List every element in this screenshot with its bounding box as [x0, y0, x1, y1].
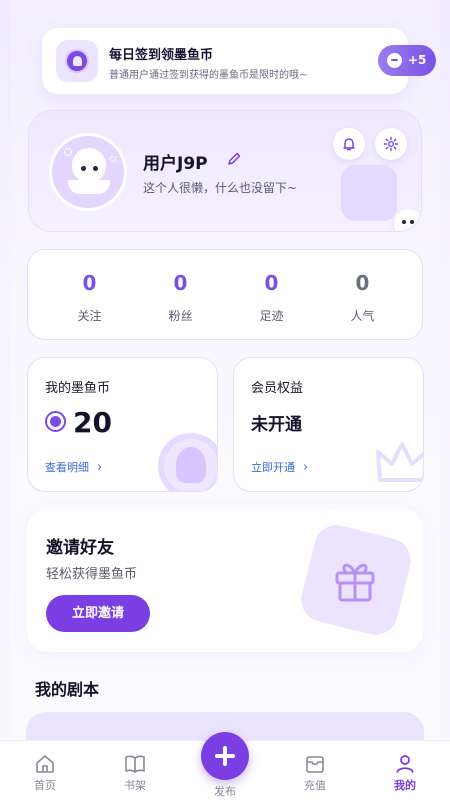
username: 用户J9P	[143, 154, 208, 174]
coins-title: 我的墨鱼币	[45, 381, 111, 396]
vip-title: 会员权益	[251, 381, 304, 396]
stat-label: 足迹	[259, 309, 284, 323]
tab-label: 我的	[394, 779, 416, 792]
coins-detail-link[interactable]: 查看明细	[45, 459, 102, 475]
gift-icon	[335, 563, 375, 602]
gear-icon	[383, 136, 399, 152]
stat-value: 0	[264, 271, 279, 295]
tab-bookshelf[interactable]: 书架	[105, 741, 165, 800]
ink-coin-icon	[45, 411, 66, 432]
tab-home[interactable]: 首页	[15, 741, 75, 800]
tab-label: 书架	[124, 779, 146, 792]
crown-icon	[376, 442, 423, 482]
stat-value: 0	[355, 271, 370, 295]
profile-bio: 这个人很懒，什么也没留下~	[143, 181, 298, 195]
stat-value: 0	[82, 271, 97, 295]
stat-label: 粉丝	[168, 309, 193, 323]
wallet-icon	[306, 756, 324, 773]
vip-activate-link[interactable]: 立即开通	[251, 459, 308, 475]
invite-subtitle: 轻松获得墨鱼币	[46, 567, 138, 582]
tab-label: 首页	[34, 779, 56, 792]
bell-icon	[343, 138, 355, 151]
checkin-subtitle: 普通用户通过签到获得的墨鱼币是限时的哦~	[109, 70, 308, 81]
checkin-reward-button[interactable]: +5	[378, 45, 436, 76]
user-icon	[396, 755, 414, 773]
decoration-mascot-icon	[394, 209, 421, 231]
section-title-scripts: 我的剧本	[35, 680, 100, 699]
invite-title: 邀请好友	[46, 538, 114, 558]
stat-popularity[interactable]: 0 人气	[313, 250, 412, 341]
decoration-box	[341, 165, 397, 221]
coins-card[interactable]: 我的墨鱼币 20 查看明细	[27, 357, 218, 492]
checkin-title: 每日签到领墨鱼币	[109, 48, 214, 63]
edit-pencil-icon[interactable]	[226, 151, 242, 167]
stat-label: 关注	[77, 309, 102, 323]
publish-button[interactable]	[201, 732, 249, 780]
stats-panel: 0 关注 0 粉丝 0 足迹 0 人气	[27, 249, 423, 340]
checkin-banner[interactable]: 每日签到领墨鱼币 普通用户通过签到获得的墨鱼币是限时的哦~ +5	[42, 28, 436, 94]
tab-label: 充值	[304, 779, 326, 792]
profile-card: 用户J9P 这个人很懒，什么也没留下~	[28, 110, 422, 232]
invite-card: 邀请好友 轻松获得墨鱼币 立即邀请	[27, 509, 423, 652]
avatar[interactable]	[49, 133, 127, 211]
notification-button[interactable]	[333, 128, 365, 160]
home-icon	[36, 755, 54, 773]
coins-balance: 20	[73, 406, 112, 439]
stat-value: 0	[173, 271, 188, 295]
tab-mine[interactable]: 我的	[375, 741, 435, 800]
settings-button[interactable]	[375, 128, 407, 160]
publish-label: 发布	[214, 785, 236, 798]
invite-button[interactable]: 立即邀请	[46, 595, 150, 632]
tab-recharge[interactable]: 充值	[285, 741, 345, 800]
coin-icon	[387, 53, 402, 68]
stat-history[interactable]: 0 足迹	[222, 250, 321, 341]
stat-followers[interactable]: 0 粉丝	[131, 250, 230, 341]
book-icon	[125, 755, 145, 773]
squid-mascot-icon	[158, 433, 217, 491]
checkin-mascot-icon	[56, 40, 98, 82]
stat-following[interactable]: 0 关注	[40, 250, 139, 341]
checkin-reward-label: +5	[408, 53, 427, 67]
vip-card[interactable]: 会员权益 未开通 立即开通	[233, 357, 424, 492]
stat-label: 人气	[350, 309, 375, 323]
vip-status: 未开通	[251, 415, 302, 435]
